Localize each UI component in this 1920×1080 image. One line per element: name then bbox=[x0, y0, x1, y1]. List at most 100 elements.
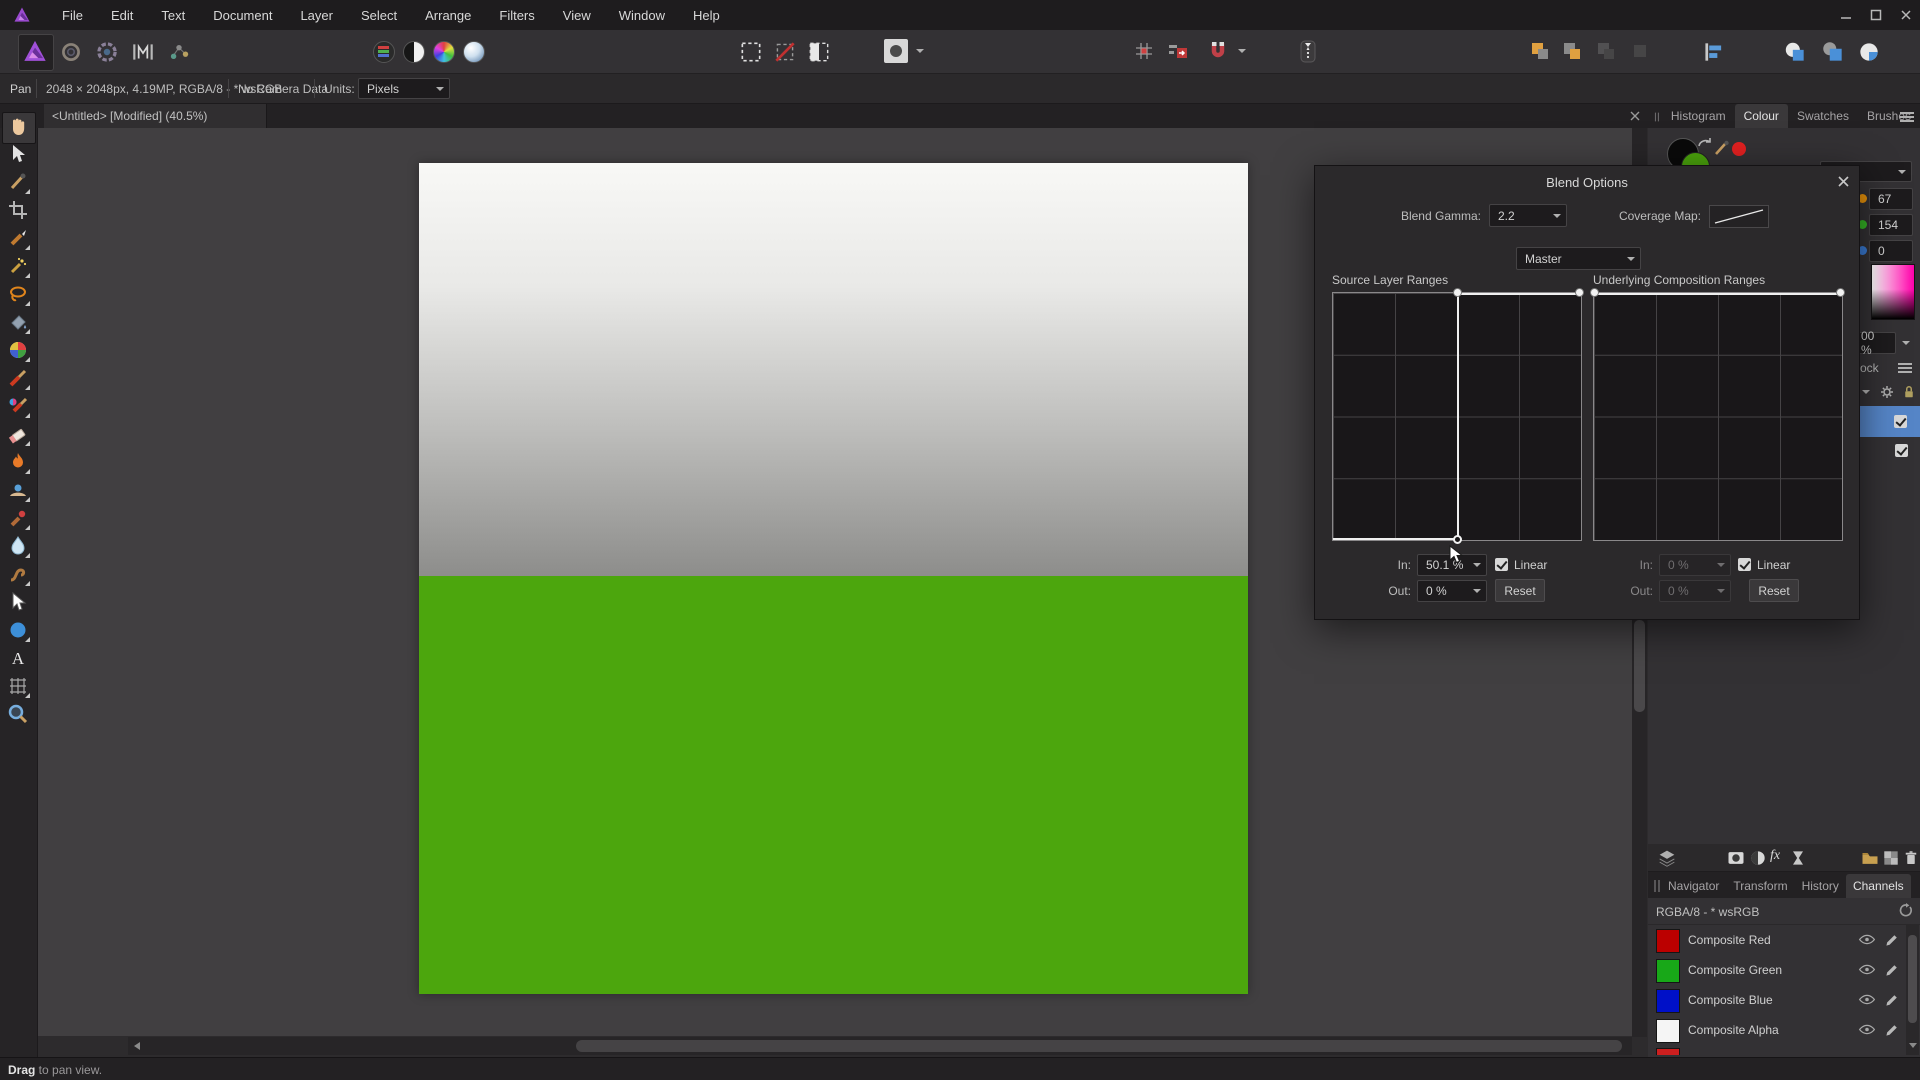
document-tab[interactable]: <Untitled> [Modified] (40.5%) bbox=[44, 104, 267, 128]
source-node-in-bottom[interactable] bbox=[1453, 535, 1462, 544]
colour-picker-tool[interactable] bbox=[6, 170, 30, 194]
channel-row-alpha[interactable]: Composite Alpha bbox=[1648, 1015, 1906, 1045]
tab-colour[interactable]: Colour bbox=[1734, 104, 1788, 128]
menu-help[interactable]: Help bbox=[679, 8, 734, 23]
blend-gamma-select[interactable]: 2.2 bbox=[1489, 204, 1567, 227]
menu-select[interactable]: Select bbox=[347, 8, 411, 23]
layer-visibility-checkbox-2[interactable] bbox=[1895, 444, 1908, 457]
channel-row-red[interactable]: Composite Red bbox=[1648, 925, 1906, 955]
tab-histogram[interactable]: Histogram bbox=[1662, 104, 1735, 128]
coverage-map-thumbnail[interactable] bbox=[1709, 205, 1769, 228]
tab-history[interactable]: History bbox=[1795, 874, 1846, 898]
menu-window[interactable]: Window bbox=[605, 8, 679, 23]
channel-visible-eye-icon[interactable] bbox=[1858, 992, 1876, 1007]
menu-file[interactable]: File bbox=[48, 8, 97, 23]
burn-tool[interactable] bbox=[6, 450, 30, 474]
gradient-tool[interactable] bbox=[6, 338, 30, 362]
group-folder-icon[interactable] bbox=[1860, 848, 1880, 868]
colour-picker-icon[interactable] bbox=[1712, 138, 1732, 158]
new-layer-icon[interactable] bbox=[1881, 848, 1901, 868]
move-to-front-icon[interactable] bbox=[1528, 39, 1552, 63]
picked-colour-dot[interactable] bbox=[1732, 142, 1746, 156]
source-out-field[interactable]: 0 % bbox=[1417, 580, 1487, 602]
smudge-tool[interactable] bbox=[6, 562, 30, 586]
channel-row-blue[interactable]: Composite Blue bbox=[1648, 985, 1906, 1015]
blend-mode-dropdown-arrow[interactable] bbox=[1862, 390, 1870, 394]
quick-mask-button[interactable] bbox=[884, 39, 908, 63]
maximize-button[interactable] bbox=[1870, 9, 1882, 21]
tab-swatches[interactable]: Swatches bbox=[1788, 104, 1858, 128]
auto-colour-icon[interactable] bbox=[433, 41, 455, 63]
menu-edit[interactable]: Edit bbox=[97, 8, 147, 23]
menu-view[interactable]: View bbox=[549, 8, 605, 23]
source-reset-button[interactable]: Reset bbox=[1495, 579, 1545, 602]
underlying-node-right-top[interactable] bbox=[1836, 288, 1845, 297]
source-node-right-top[interactable] bbox=[1575, 288, 1584, 297]
channels-scrollbar-track[interactable] bbox=[1906, 925, 1919, 1055]
blue-value-field[interactable]: 0 bbox=[1869, 240, 1913, 262]
move-tool[interactable] bbox=[6, 142, 30, 166]
channel-select[interactable]: Master bbox=[1516, 247, 1641, 270]
auto-white-balance-icon[interactable] bbox=[463, 41, 485, 63]
minimize-button[interactable] bbox=[1840, 9, 1852, 21]
dodge-tool[interactable] bbox=[6, 478, 30, 502]
red-value-field[interactable]: 67 bbox=[1869, 188, 1913, 210]
layers-panel-menu-icon[interactable] bbox=[1898, 362, 1912, 374]
menu-filters[interactable]: Filters bbox=[485, 8, 548, 23]
channel-editable-pencil-icon[interactable] bbox=[1884, 962, 1900, 978]
panel-menu-icon[interactable] bbox=[1900, 111, 1914, 123]
underlying-node-left-top[interactable] bbox=[1590, 288, 1599, 297]
units-select[interactable]: Pixels bbox=[358, 78, 450, 99]
zoom-tool[interactable] bbox=[6, 702, 30, 726]
move-to-back-icon-disabled[interactable] bbox=[1628, 39, 1652, 63]
geometry-subtract-icon[interactable] bbox=[1820, 39, 1846, 65]
channel-editable-pencil-icon[interactable] bbox=[1884, 1022, 1900, 1038]
colour-picker-square[interactable] bbox=[1871, 264, 1915, 320]
delete-trash-icon[interactable] bbox=[1902, 848, 1920, 868]
menu-document[interactable]: Document bbox=[199, 8, 286, 23]
channel-visible-eye-icon[interactable] bbox=[1858, 1022, 1876, 1037]
scroll-left-arrow-icon[interactable] bbox=[134, 1042, 140, 1050]
mesh-warp-tool[interactable] bbox=[6, 674, 30, 698]
smart-object-icon[interactable] bbox=[1788, 848, 1808, 868]
colour-replacement-brush-tool[interactable] bbox=[6, 394, 30, 418]
vertical-scrollbar-thumb[interactable] bbox=[1634, 620, 1645, 712]
assistant-icon[interactable] bbox=[1296, 38, 1320, 65]
dialog-close-icon[interactable] bbox=[1837, 175, 1850, 188]
horizontal-scrollbar-track[interactable] bbox=[128, 1037, 1632, 1055]
channel-row-green[interactable]: Composite Green bbox=[1648, 955, 1906, 985]
tab-transform[interactable]: Transform bbox=[1726, 874, 1794, 898]
paint-brush-tool[interactable] bbox=[6, 366, 30, 390]
freehand-selection-tool[interactable] bbox=[6, 282, 30, 306]
mask-layer-icon[interactable] bbox=[1726, 848, 1746, 868]
blur-tool[interactable] bbox=[6, 534, 30, 558]
deselect-icon[interactable] bbox=[772, 39, 798, 65]
channel-visible-eye-icon[interactable] bbox=[1858, 932, 1876, 947]
adjustment-layer-icon[interactable] bbox=[1748, 848, 1768, 868]
layer-visibility-checkbox[interactable] bbox=[1894, 415, 1907, 428]
marquee-select-icon[interactable] bbox=[738, 39, 764, 65]
snapping-dropdown-arrow[interactable] bbox=[1238, 49, 1246, 53]
node-tool[interactable] bbox=[6, 590, 30, 614]
channel-editable-pencil-icon[interactable] bbox=[1884, 992, 1900, 1008]
source-ranges-graph[interactable] bbox=[1332, 288, 1584, 544]
selection-brush-tool[interactable] bbox=[6, 226, 30, 250]
crop-tool[interactable] bbox=[6, 198, 30, 222]
geometry-intersect-icon[interactable] bbox=[1856, 39, 1882, 65]
flood-select-tool[interactable] bbox=[6, 254, 30, 278]
tab-navigator[interactable]: Navigator bbox=[1661, 874, 1726, 898]
move-forward-icon[interactable] bbox=[1560, 39, 1584, 63]
scroll-down-arrow-icon[interactable] bbox=[1909, 1043, 1917, 1048]
move-backward-icon-disabled[interactable] bbox=[1594, 39, 1618, 63]
live-filter-fx-icon[interactable]: fx bbox=[1770, 848, 1780, 864]
tab-channels[interactable]: Channels bbox=[1845, 874, 1911, 898]
geometry-add-icon[interactable] bbox=[1782, 39, 1808, 65]
quick-mask-dropdown-arrow[interactable] bbox=[916, 49, 924, 53]
horizontal-scrollbar-thumb[interactable] bbox=[576, 1040, 1622, 1052]
export-persona-icon[interactable] bbox=[166, 39, 192, 65]
alignment-icon[interactable] bbox=[1700, 39, 1726, 65]
panel-drag-handle-2[interactable] bbox=[1653, 879, 1661, 893]
underlying-linear-checkbox[interactable] bbox=[1738, 558, 1751, 571]
menu-layer[interactable]: Layer bbox=[286, 8, 347, 23]
snapping-magnet-icon[interactable] bbox=[1206, 39, 1230, 63]
